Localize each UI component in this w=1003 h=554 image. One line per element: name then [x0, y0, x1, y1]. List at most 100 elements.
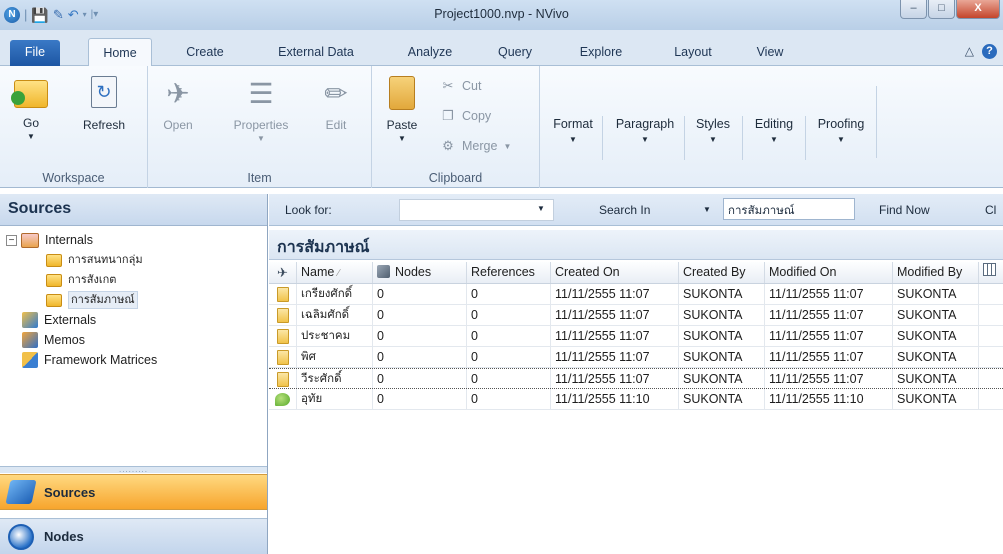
- tree-item-focus-group[interactable]: การสนทนากลุ่ม: [0, 250, 267, 270]
- table-row[interactable]: อุทัย 0 0 11/11/2555 11:10 SUKONTA 11/11/2555…: [269, 389, 1003, 410]
- tree-label: การสัมภาษณ์: [68, 291, 138, 309]
- ribbon-separator: [805, 116, 806, 160]
- memos-icon: [22, 332, 38, 348]
- tab-query[interactable]: Query: [485, 38, 545, 66]
- cell-created-by: SUKONTA: [679, 305, 765, 325]
- column-header-type[interactable]: ✈: [269, 262, 297, 283]
- document-icon: [276, 372, 289, 387]
- tab-external-data[interactable]: External Data: [268, 38, 364, 66]
- proofing-dropdown[interactable]: Proofing ▼: [808, 117, 874, 144]
- cell-created-by: SUKONTA: [679, 326, 765, 346]
- tree-item-memos[interactable]: Memos: [0, 330, 267, 350]
- look-for-input[interactable]: [399, 199, 554, 221]
- maximize-button[interactable]: □: [928, 0, 955, 19]
- ribbon-separator: [684, 116, 685, 160]
- cell-created-on: 11/11/2555 11:07: [551, 305, 679, 325]
- column-header-references[interactable]: References: [467, 262, 551, 283]
- cell-name: เฉลิมศักดิ์: [297, 305, 373, 325]
- go-label: Go: [22, 116, 39, 130]
- refresh-button[interactable]: ↻ Refresh: [74, 76, 134, 132]
- table-row[interactable]: ประชาคม 0 0 11/11/2555 11:07 SUKONTA 11/11/25…: [269, 326, 1003, 347]
- minimize-ribbon-icon[interactable]: △: [965, 44, 974, 59]
- table-row[interactable]: พิศ 0 0 11/11/2555 11:07 SUKONTA 11/11/2555 1…: [269, 347, 1003, 368]
- copy-button[interactable]: ❐ Copy: [440, 108, 491, 124]
- help-icon[interactable]: ?: [982, 44, 997, 59]
- cell-references: 0: [467, 347, 551, 367]
- column-header-modified-on[interactable]: Modified On: [765, 262, 893, 283]
- styles-dropdown-icon: ▼: [709, 135, 717, 144]
- tab-view[interactable]: View: [748, 38, 792, 66]
- go-button[interactable]: Go ▼: [6, 76, 56, 141]
- sources-table: ✈ Name ∕ Nodes References Created On Cre…: [269, 262, 1003, 410]
- pane-splitter[interactable]: .........: [0, 466, 267, 474]
- column-header-name[interactable]: Name ∕: [297, 262, 373, 283]
- open-button[interactable]: ✈ Open: [158, 76, 198, 132]
- go-folder-icon: [11, 80, 48, 108]
- format-dropdown[interactable]: Format ▼: [548, 117, 598, 144]
- window-controls: – □ X: [900, 0, 1000, 19]
- cell-created-by: SUKONTA: [679, 389, 765, 409]
- look-for-dropdown-icon[interactable]: ▼: [537, 204, 545, 213]
- cell-modified-by: SUKONTA: [893, 284, 979, 304]
- merge-button[interactable]: ⚙ Merge ▼: [440, 138, 511, 154]
- properties-label: Properties: [233, 118, 289, 132]
- paragraph-dropdown[interactable]: Paragraph ▼: [607, 117, 683, 144]
- cell-references: 0: [467, 369, 551, 388]
- minimize-button[interactable]: –: [900, 0, 927, 19]
- cell-nodes: 0: [373, 347, 467, 367]
- cell-nodes: 0: [373, 389, 467, 409]
- search-in-dropdown-icon[interactable]: ▼: [703, 205, 711, 214]
- cell-created-by: SUKONTA: [679, 284, 765, 304]
- document-icon: [276, 308, 289, 323]
- collapse-icon[interactable]: −: [6, 234, 17, 246]
- tree-item-interview[interactable]: การสัมภาษณ์: [0, 290, 267, 310]
- column-header-modified-by[interactable]: Modified By: [893, 262, 979, 283]
- tab-layout[interactable]: Layout: [663, 38, 723, 66]
- scissors-icon: ✂: [442, 78, 454, 93]
- tab-home[interactable]: Home: [88, 38, 152, 66]
- cell-name: เกรียงศักดิ์: [297, 284, 373, 304]
- styles-dropdown[interactable]: Styles ▼: [686, 117, 740, 144]
- tab-analyze[interactable]: Analyze: [398, 38, 462, 66]
- tree-item-externals[interactable]: Externals: [0, 310, 267, 330]
- nav-button-sources[interactable]: Sources: [0, 474, 267, 510]
- clear-button[interactable]: Cl: [985, 203, 996, 217]
- column-chooser[interactable]: [979, 262, 1003, 283]
- editing-dropdown[interactable]: Editing ▼: [745, 117, 803, 144]
- tree-item-observation[interactable]: การสังเกต: [0, 270, 267, 290]
- cell-modified-by: SUKONTA: [893, 369, 979, 388]
- edit-button[interactable]: ✏ Edit: [316, 76, 356, 132]
- row-type-cell: [269, 305, 297, 325]
- row-type-cell: [269, 284, 297, 304]
- paste-button[interactable]: Paste ▼: [380, 76, 424, 143]
- list-view-title: การสัมภาษณ์: [269, 230, 1003, 260]
- cell-modified-on: 11/11/2555 11:07: [765, 369, 893, 388]
- table-row[interactable]: เกรียงศักดิ์ 0 0 11/11/2555 11:07 SUKONTA 11/…: [269, 284, 1003, 305]
- tree-item-framework-matrices[interactable]: Framework Matrices: [0, 350, 267, 370]
- table-row[interactable]: เฉลิมศักดิ์ 0 0 11/11/2555 11:07 SUKONTA 11/1…: [269, 305, 1003, 326]
- close-button[interactable]: X: [956, 0, 1000, 19]
- tab-file[interactable]: File: [10, 40, 60, 66]
- column-header-created-by[interactable]: Created By: [679, 262, 765, 283]
- cell-nodes: 0: [373, 326, 467, 346]
- merge-label: Merge: [462, 139, 498, 153]
- cut-label: Cut: [462, 79, 482, 93]
- nav-button-nodes[interactable]: Nodes: [0, 518, 267, 554]
- column-header-nodes[interactable]: Nodes: [373, 262, 467, 283]
- tree-label: Memos: [44, 333, 85, 347]
- tree-item-internals[interactable]: − Internals: [0, 230, 267, 250]
- cell-created-on: 11/11/2555 11:07: [551, 347, 679, 367]
- search-in-label[interactable]: Search In: [599, 203, 650, 217]
- folder-icon: [46, 273, 62, 287]
- properties-button[interactable]: ☰ Properties ▼: [226, 76, 296, 143]
- cell-nodes: 0: [373, 284, 467, 304]
- column-header-created-on[interactable]: Created On: [551, 262, 679, 283]
- search-in-field[interactable]: การสัมภาษณ์: [723, 198, 855, 220]
- tab-explore[interactable]: Explore: [571, 38, 631, 66]
- table-row[interactable]: วีระศักดิ์ 0 0 11/11/2555 11:07 SUKONTA 11/11…: [269, 368, 1003, 389]
- workspace-group-label: Workspace: [42, 171, 105, 185]
- tab-create[interactable]: Create: [175, 38, 235, 66]
- cut-button[interactable]: ✂ Cut: [440, 78, 482, 94]
- find-now-button[interactable]: Find Now: [879, 203, 930, 217]
- go-dropdown-icon: ▼: [27, 132, 35, 141]
